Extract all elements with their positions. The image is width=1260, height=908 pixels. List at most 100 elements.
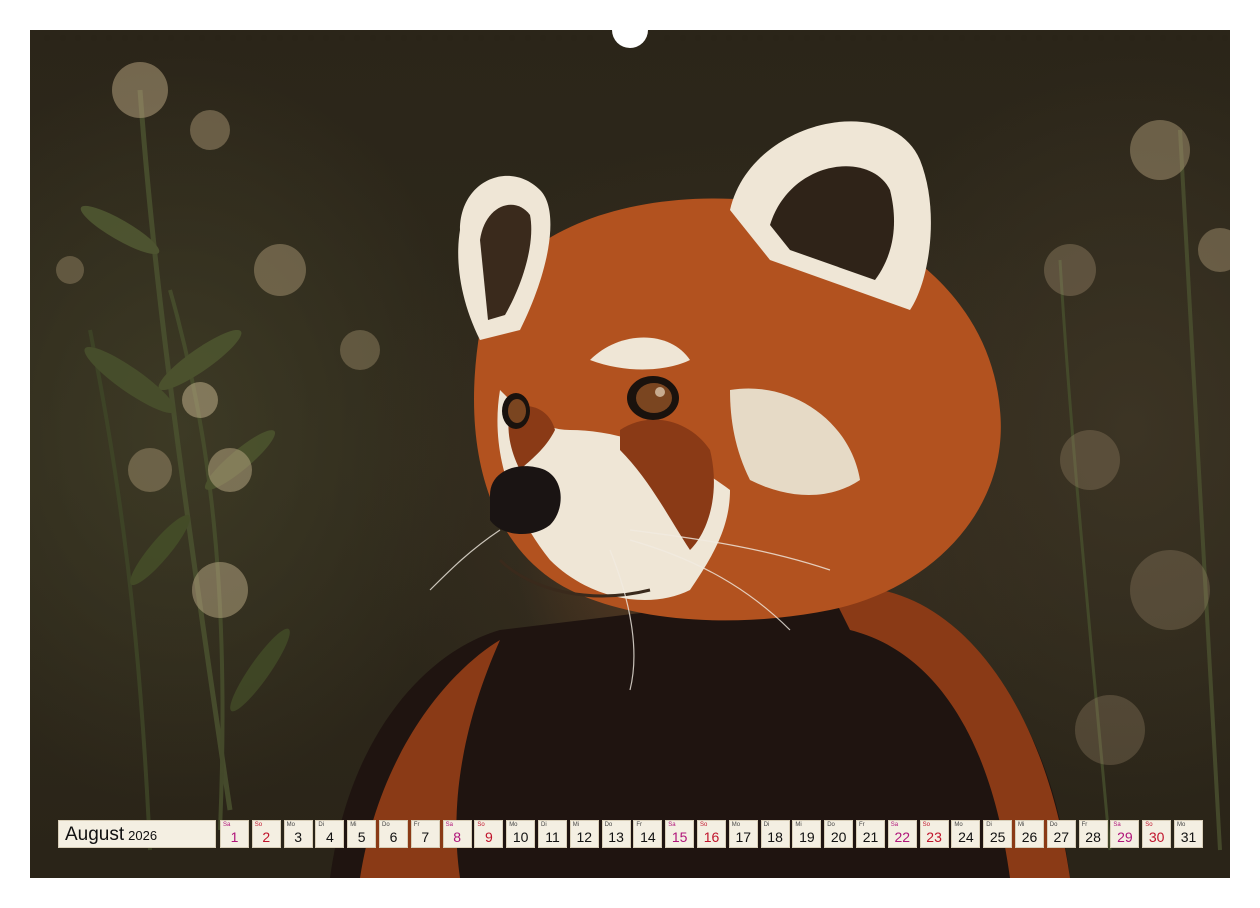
day-number: 10 [512, 829, 529, 845]
binding-dot [245, 35, 252, 41]
day-cell: Mi 26 [1015, 820, 1044, 848]
weekday-label: Mo [509, 822, 518, 828]
binding-dot [400, 35, 407, 41]
binding-dot [586, 35, 593, 41]
binding-dot [757, 35, 763, 41]
day-number: 14 [640, 829, 656, 845]
day-cell: So 9 [474, 820, 504, 848]
binding-dot [695, 35, 701, 41]
day-number: 24 [958, 829, 974, 845]
binding-dot [524, 35, 531, 41]
binding-dot [1129, 35, 1135, 41]
day-cell: Sa 15 [665, 820, 695, 848]
weekday-label: Di [986, 822, 992, 828]
day-number: 30 [1148, 829, 1165, 845]
binding-dot [1098, 35, 1104, 41]
weekday-label: Fr [1081, 822, 1088, 828]
day-number: 25 [989, 829, 1006, 845]
binding-dot [726, 35, 732, 41]
binding-dot [1067, 35, 1073, 41]
binding-dot [927, 35, 934, 41]
weekday-label: Di [541, 822, 547, 828]
binding-dot [1113, 35, 1120, 41]
weekday-label: Mi [1018, 822, 1025, 828]
day-cell: Sa 22 [887, 820, 917, 848]
day-cell: Di 25 [983, 820, 1013, 848]
day-cell: So 2 [251, 820, 281, 848]
binding-dot [276, 35, 283, 41]
day-number: 8 [453, 829, 461, 845]
day-cell: Di 4 [315, 820, 345, 848]
binding-dot [1082, 35, 1089, 41]
binding-dot [90, 35, 97, 41]
day-cell: So 30 [1142, 820, 1172, 848]
day-cell: So 23 [919, 820, 949, 848]
binding-dot [989, 35, 996, 41]
binding-dot [1005, 35, 1011, 41]
month-label: August 2026 [58, 820, 216, 848]
binding-dot [493, 35, 500, 41]
binding-dot [509, 35, 515, 41]
day-cell: Di 11 [538, 820, 567, 848]
weekday-label: Sa [223, 822, 231, 828]
binding-dot [1051, 35, 1058, 41]
binding-dot [230, 35, 236, 41]
binding-dot [664, 35, 670, 41]
weekday-label: So [477, 822, 485, 828]
day-cell: Mi 19 [792, 820, 822, 848]
binding-dot [540, 35, 546, 41]
day-number: 3 [294, 829, 302, 845]
binding-dot [1036, 35, 1042, 41]
binding-dot [44, 35, 50, 41]
day-number: 5 [357, 829, 366, 845]
binding-dot [803, 35, 810, 41]
day-number: 16 [703, 829, 720, 845]
binding-dot [865, 35, 872, 41]
day-number: 31 [1180, 829, 1197, 845]
day-cell: Di 18 [760, 820, 790, 848]
day-number: 17 [735, 829, 752, 845]
weekday-label: Mi [350, 822, 357, 828]
binding-dot [416, 35, 422, 41]
binding-dot [943, 35, 949, 41]
weekday-label: Fr [859, 822, 865, 828]
binding-dot [741, 35, 748, 41]
binding-dot [1175, 35, 1182, 41]
weekday-label: Do [382, 822, 390, 828]
binding-dot [1222, 35, 1228, 41]
day-cell: So 16 [697, 820, 726, 848]
binding-dot [834, 35, 841, 41]
day-number: 28 [1085, 829, 1101, 845]
month-year: 2026 [128, 828, 158, 843]
binding-dot [974, 35, 980, 41]
binding-dot [788, 35, 794, 41]
weekday-label: Do [604, 822, 613, 828]
day-cell: Sa 29 [1110, 820, 1140, 848]
weekday-label: Sa [668, 822, 676, 828]
red-panda-icon [330, 121, 1070, 878]
binding-dot [896, 35, 903, 41]
foliage-left-icon [56, 62, 380, 851]
day-number: 29 [1117, 829, 1133, 845]
weekday-label: Do [827, 822, 835, 828]
day-number: 15 [671, 829, 688, 845]
binding-dot [168, 35, 174, 41]
weekday-label: So [922, 822, 930, 828]
day-number: 13 [608, 829, 624, 845]
binding-dot [1160, 35, 1166, 41]
weekday-label: So [1145, 822, 1153, 828]
day-cell: Mo 10 [506, 820, 536, 848]
binding-dot [1206, 35, 1213, 41]
day-cell: Mo 17 [728, 820, 758, 848]
month-name: August [65, 824, 125, 845]
binding-dot [1020, 35, 1027, 41]
binding-dot [850, 35, 856, 41]
binding-dot [1191, 35, 1197, 41]
binding-dot [912, 35, 918, 41]
binding-dot [137, 35, 143, 41]
weekday-label: Sa [890, 822, 899, 828]
binding-dot [59, 35, 66, 41]
day-number: 27 [1053, 829, 1070, 845]
day-cell: Fr 7 [410, 820, 440, 848]
day-number: 26 [1021, 829, 1038, 845]
